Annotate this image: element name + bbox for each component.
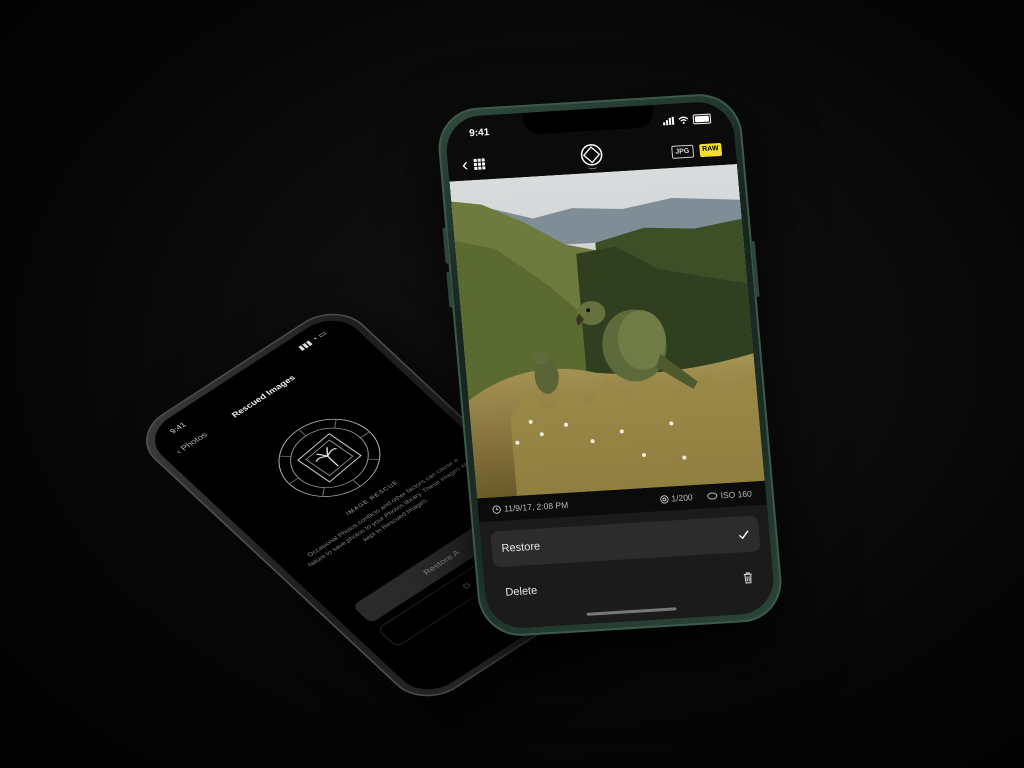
photo-date: 11/9/17, 2:08 PM bbox=[503, 499, 569, 514]
delete-button[interactable]: Delete bbox=[494, 559, 765, 611]
restore-button[interactable]: Restore bbox=[490, 515, 761, 568]
checkmark-icon bbox=[738, 529, 749, 539]
battery-icon bbox=[692, 113, 712, 125]
trash-icon bbox=[743, 572, 752, 584]
delete-label: Delete bbox=[504, 584, 538, 599]
home-indicator[interactable] bbox=[586, 607, 677, 616]
chevron-left-icon[interactable]: ‹ bbox=[461, 154, 469, 174]
raw-badge[interactable]: RAW bbox=[698, 142, 723, 157]
front-phone: 9:41 ‹ JPG RAW 11/9/17, 2:08 PM 1/200 IS… bbox=[435, 91, 785, 639]
signal-icon bbox=[663, 116, 675, 126]
action-sheet: Restore Delete bbox=[479, 504, 777, 630]
restore-label: Restore bbox=[501, 540, 541, 555]
jpg-badge[interactable]: JPG bbox=[670, 144, 694, 159]
image-rescue-icon bbox=[278, 418, 381, 497]
status-time: 9:41 bbox=[468, 126, 490, 139]
shutter-icon bbox=[659, 494, 669, 504]
clock-icon bbox=[492, 504, 501, 514]
wifi-icon bbox=[678, 116, 689, 124]
iso-icon bbox=[707, 492, 718, 500]
app-logo-icon[interactable] bbox=[578, 142, 606, 171]
status-icons bbox=[663, 113, 712, 126]
grid-icon[interactable] bbox=[473, 157, 486, 170]
shutter-speed: 1/200 bbox=[670, 492, 694, 504]
photo-preview bbox=[449, 163, 765, 499]
front-phone-screen: 9:41 ‹ JPG RAW 11/9/17, 2:08 PM 1/200 IS… bbox=[443, 100, 777, 630]
iso-value: ISO 160 bbox=[720, 488, 753, 501]
